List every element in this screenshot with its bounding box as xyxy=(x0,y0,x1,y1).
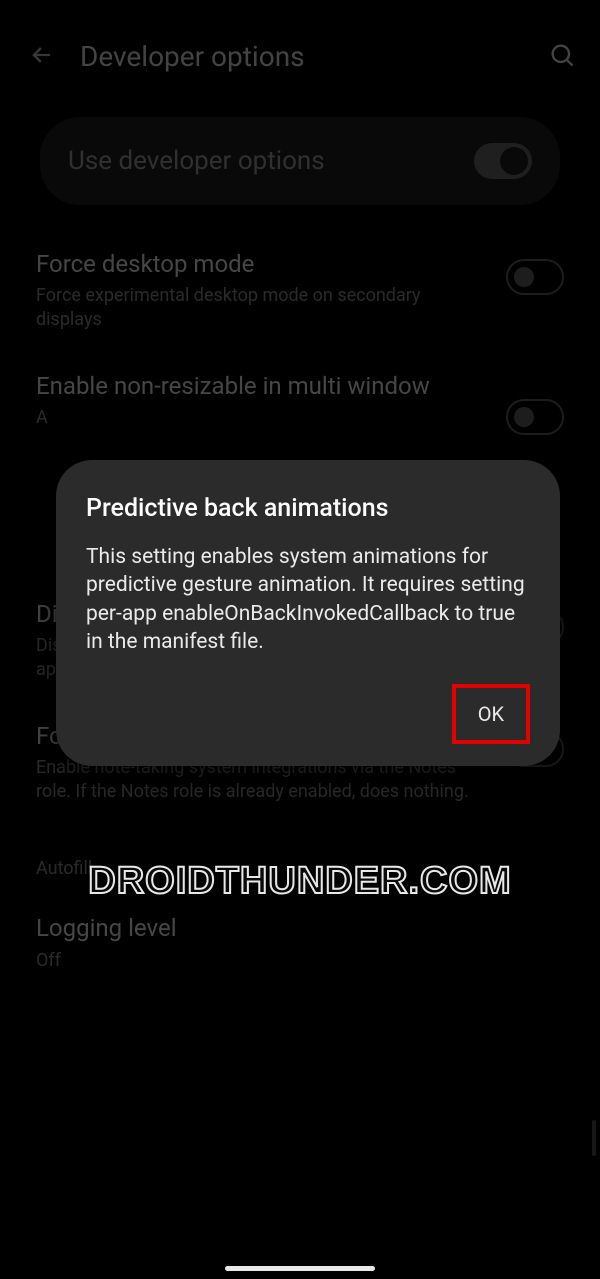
dialog-actions: OK xyxy=(86,684,530,744)
ok-button[interactable]: OK xyxy=(452,684,530,744)
dialog-title: Predictive back animations xyxy=(86,494,530,523)
dialog-body: This setting enables system animations f… xyxy=(86,543,530,656)
home-indicator[interactable] xyxy=(225,1266,375,1271)
dialog-predictive-back: Predictive back animations This setting … xyxy=(56,460,560,766)
